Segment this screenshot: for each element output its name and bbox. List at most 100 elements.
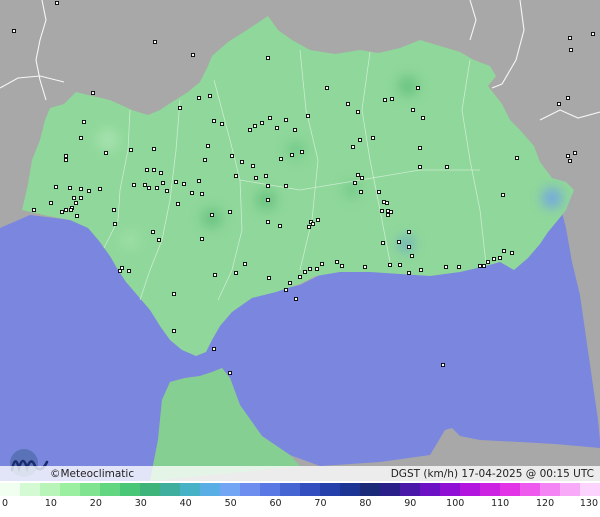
station-marker[interactable] [411,108,415,112]
station-marker[interactable] [172,329,176,333]
station-marker[interactable] [501,193,505,197]
station-marker[interactable] [418,165,422,169]
station-marker[interactable] [311,222,315,226]
station-marker[interactable] [143,183,147,187]
station-marker[interactable] [178,106,182,110]
station-marker[interactable] [356,110,360,114]
station-marker[interactable] [32,208,36,212]
station-marker[interactable] [457,265,461,269]
station-marker[interactable] [418,146,422,150]
station-marker[interactable] [145,168,149,172]
station-marker[interactable] [380,209,384,213]
station-marker[interactable] [129,148,133,152]
station-marker[interactable] [151,230,155,234]
station-marker[interactable] [159,171,163,175]
station-marker[interactable] [358,138,362,142]
station-marker[interactable] [254,176,258,180]
station-marker[interactable] [234,271,238,275]
station-marker[interactable] [568,159,572,163]
station-marker[interactable] [377,190,381,194]
station-marker[interactable] [87,189,91,193]
station-marker[interactable] [386,209,390,213]
station-marker[interactable] [240,160,244,164]
station-marker[interactable] [266,56,270,60]
station-marker[interactable] [293,128,297,132]
station-marker[interactable] [382,200,386,204]
station-marker[interactable] [248,128,252,132]
station-marker[interactable] [64,154,68,158]
station-marker[interactable] [498,256,502,260]
station-marker[interactable] [210,213,214,217]
station-marker[interactable] [421,116,425,120]
station-marker[interactable] [75,214,79,218]
station-marker[interactable] [300,150,304,154]
station-marker[interactable] [212,347,216,351]
station-marker[interactable] [212,119,216,123]
station-marker[interactable] [208,94,212,98]
credit-label[interactable]: ©Meteoclimatic [50,468,134,480]
station-marker[interactable] [407,271,411,275]
station-marker[interactable] [325,86,329,90]
station-marker[interactable] [340,264,344,268]
station-marker[interactable] [64,208,68,212]
station-marker[interactable] [228,371,232,375]
station-marker[interactable] [510,251,514,255]
station-marker[interactable] [165,189,169,193]
station-marker[interactable] [155,186,159,190]
station-marker[interactable] [213,273,217,277]
station-marker[interactable] [515,156,519,160]
station-marker[interactable] [390,97,394,101]
station-marker[interactable] [54,185,58,189]
station-marker[interactable] [220,122,224,126]
station-marker[interactable] [284,288,288,292]
station-marker[interactable] [79,196,83,200]
station-marker[interactable] [303,270,307,274]
station-marker[interactable] [132,183,136,187]
station-marker[interactable] [351,145,355,149]
station-marker[interactable] [12,29,16,33]
station-marker[interactable] [243,262,247,266]
station-marker[interactable] [381,241,385,245]
station-marker[interactable] [104,151,108,155]
station-marker[interactable] [407,230,411,234]
station-marker[interactable] [275,126,279,130]
station-marker[interactable] [502,249,506,253]
station-marker[interactable] [191,53,195,57]
station-marker[interactable] [284,118,288,122]
station-marker[interactable] [591,32,595,36]
station-marker[interactable] [74,201,78,205]
station-marker[interactable] [298,275,302,279]
station-marker[interactable] [416,86,420,90]
station-marker[interactable] [573,151,577,155]
station-marker[interactable] [203,158,207,162]
station-marker[interactable] [200,237,204,241]
station-marker[interactable] [182,182,186,186]
station-marker[interactable] [568,36,572,40]
station-marker[interactable] [72,196,76,200]
station-marker[interactable] [152,147,156,151]
station-marker[interactable] [284,184,288,188]
station-marker[interactable] [279,157,283,161]
station-marker[interactable] [264,174,268,178]
station-marker[interactable] [557,102,561,106]
station-marker[interactable] [444,265,448,269]
station-marker[interactable] [118,269,122,273]
station-marker[interactable] [398,263,402,267]
station-marker[interactable] [353,181,357,185]
station-marker[interactable] [120,266,124,270]
station-marker[interactable] [172,292,176,296]
station-marker[interactable] [569,48,573,52]
station-marker[interactable] [371,136,375,140]
station-marker[interactable] [79,136,83,140]
station-marker[interactable] [91,91,95,95]
station-marker[interactable] [197,179,201,183]
station-marker[interactable] [161,181,165,185]
station-marker[interactable] [346,102,350,106]
station-marker[interactable] [288,281,292,285]
station-marker[interactable] [147,186,151,190]
station-marker[interactable] [486,260,490,264]
station-marker[interactable] [356,173,360,177]
station-marker[interactable] [492,257,496,261]
station-marker[interactable] [49,201,53,205]
station-marker[interactable] [98,187,102,191]
